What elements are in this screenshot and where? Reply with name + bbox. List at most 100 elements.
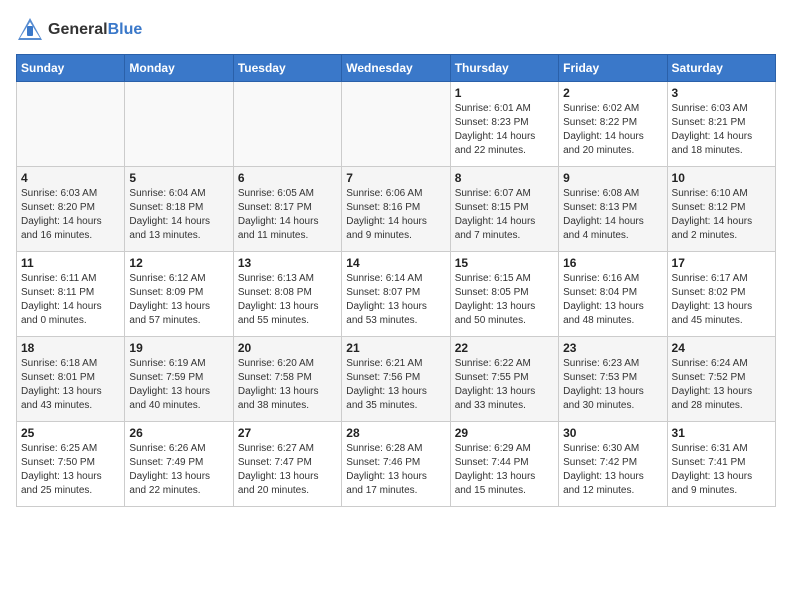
calendar-table: SundayMondayTuesdayWednesdayThursdayFrid… xyxy=(16,54,776,507)
calendar-cell: 25 Sunrise: 6:25 AM Sunset: 7:50 PM Dayli… xyxy=(17,422,125,507)
weekday-header-thursday: Thursday xyxy=(450,55,558,82)
calendar-cell xyxy=(342,82,450,167)
calendar-cell: 26Sunrise: 6:26 AM Sunset: 7:49 PM Dayli… xyxy=(125,422,233,507)
day-number: 29 xyxy=(455,426,554,440)
day-info: Sunrise: 6:28 AM Sunset: 7:46 PM Dayligh… xyxy=(346,442,445,498)
calendar-cell: 11 Sunrise: 6:11 AM Sunset: 8:11 PM Dayli… xyxy=(17,252,125,337)
day-number: 23 xyxy=(563,341,662,355)
day-info: Sunrise: 6:18 AM Sunset: 8:01 PM Dayligh… xyxy=(21,357,120,413)
day-info: Sunrise: 6:24 AM Sunset: 7:52 PM Dayligh… xyxy=(672,357,771,413)
page-header: GeneralBlue xyxy=(16,16,776,44)
calendar-cell: 1 Sunrise: 6:01 AM Sunset: 8:23 PM Daylig… xyxy=(450,82,558,167)
day-info: Sunrise: 6:22 AM Sunset: 7:55 PM Dayligh… xyxy=(455,357,554,413)
calendar-cell: 23 Sunrise: 6:23 AM Sunset: 7:53 PM Dayli… xyxy=(559,337,667,422)
day-info: Sunrise: 6:11 AM Sunset: 8:11 PM Dayligh… xyxy=(21,272,120,328)
day-info: Sunrise: 6:16 AM Sunset: 8:04 PM Dayligh… xyxy=(563,272,662,328)
calendar-cell: 3Sunrise: 6:03 AM Sunset: 8:21 PM Daylig… xyxy=(667,82,775,167)
day-number: 15 xyxy=(455,256,554,270)
day-info: Sunrise: 6:29 AM Sunset: 7:44 PM Dayligh… xyxy=(455,442,554,498)
day-number: 22 xyxy=(455,341,554,355)
calendar-cell: 21Sunrise: 6:21 AM Sunset: 7:56 PM Dayli… xyxy=(342,337,450,422)
calendar-cell: 9 Sunrise: 6:08 AM Sunset: 8:13 PM Daylig… xyxy=(559,167,667,252)
day-number: 25 xyxy=(21,426,120,440)
weekday-header-wednesday: Wednesday xyxy=(342,55,450,82)
day-info: Sunrise: 6:05 AM Sunset: 8:17 PM Dayligh… xyxy=(238,187,337,243)
week-row-2: 4 Sunrise: 6:03 AM Sunset: 8:20 PM Daylig… xyxy=(17,167,776,252)
day-info: Sunrise: 6:19 AM Sunset: 7:59 PM Dayligh… xyxy=(129,357,228,413)
calendar-cell: 28 Sunrise: 6:28 AM Sunset: 7:46 PM Dayli… xyxy=(342,422,450,507)
day-number: 9 xyxy=(563,171,662,185)
day-info: Sunrise: 6:27 AM Sunset: 7:47 PM Dayligh… xyxy=(238,442,337,498)
day-info: Sunrise: 6:30 AM Sunset: 7:42 PM Dayligh… xyxy=(563,442,662,498)
calendar-cell: 31 Sunrise: 6:31 AM Sunset: 7:41 PM Dayli… xyxy=(667,422,775,507)
day-info: Sunrise: 6:03 AM Sunset: 8:21 PM Dayligh… xyxy=(672,102,771,158)
day-info: Sunrise: 6:13 AM Sunset: 8:08 PM Dayligh… xyxy=(238,272,337,328)
calendar-cell: 29 Sunrise: 6:29 AM Sunset: 7:44 PM Dayli… xyxy=(450,422,558,507)
day-number: 31 xyxy=(672,426,771,440)
calendar-cell: 16 Sunrise: 6:16 AM Sunset: 8:04 PM Dayli… xyxy=(559,252,667,337)
day-number: 5 xyxy=(129,171,228,185)
weekday-header-tuesday: Tuesday xyxy=(233,55,341,82)
week-row-5: 25 Sunrise: 6:25 AM Sunset: 7:50 PM Dayli… xyxy=(17,422,776,507)
day-number: 18 xyxy=(21,341,120,355)
calendar-cell: 22 Sunrise: 6:22 AM Sunset: 7:55 PM Dayli… xyxy=(450,337,558,422)
logo-text: GeneralBlue xyxy=(48,21,142,39)
calendar-cell: 30 Sunrise: 6:30 AM Sunset: 7:42 PM Dayli… xyxy=(559,422,667,507)
weekday-header-saturday: Saturday xyxy=(667,55,775,82)
calendar-cell xyxy=(233,82,341,167)
day-number: 21 xyxy=(346,341,445,355)
day-number: 7 xyxy=(346,171,445,185)
day-number: 6 xyxy=(238,171,337,185)
calendar-cell: 10Sunrise: 6:10 AM Sunset: 8:12 PM Dayli… xyxy=(667,167,775,252)
day-info: Sunrise: 6:03 AM Sunset: 8:20 PM Dayligh… xyxy=(21,187,120,243)
day-number: 11 xyxy=(21,256,120,270)
weekday-header-sunday: Sunday xyxy=(17,55,125,82)
week-row-4: 18 Sunrise: 6:18 AM Sunset: 8:01 PM Dayli… xyxy=(17,337,776,422)
day-number: 19 xyxy=(129,341,228,355)
calendar-cell: 7 Sunrise: 6:06 AM Sunset: 8:16 PM Daylig… xyxy=(342,167,450,252)
calendar-cell: 12Sunrise: 6:12 AM Sunset: 8:09 PM Dayli… xyxy=(125,252,233,337)
calendar-cell xyxy=(125,82,233,167)
weekday-header-monday: Monday xyxy=(125,55,233,82)
week-row-3: 11 Sunrise: 6:11 AM Sunset: 8:11 PM Dayli… xyxy=(17,252,776,337)
logo: GeneralBlue xyxy=(16,16,142,44)
day-info: Sunrise: 6:06 AM Sunset: 8:16 PM Dayligh… xyxy=(346,187,445,243)
weekday-header-friday: Friday xyxy=(559,55,667,82)
calendar-cell: 4 Sunrise: 6:03 AM Sunset: 8:20 PM Daylig… xyxy=(17,167,125,252)
day-info: Sunrise: 6:02 AM Sunset: 8:22 PM Dayligh… xyxy=(563,102,662,158)
calendar-cell: 24 Sunrise: 6:24 AM Sunset: 7:52 PM Dayli… xyxy=(667,337,775,422)
day-info: Sunrise: 6:15 AM Sunset: 8:05 PM Dayligh… xyxy=(455,272,554,328)
day-info: Sunrise: 6:23 AM Sunset: 7:53 PM Dayligh… xyxy=(563,357,662,413)
calendar-cell: 20Sunrise: 6:20 AM Sunset: 7:58 PM Dayli… xyxy=(233,337,341,422)
calendar-cell: 15 Sunrise: 6:15 AM Sunset: 8:05 PM Dayli… xyxy=(450,252,558,337)
calendar-cell: 27Sunrise: 6:27 AM Sunset: 7:47 PM Dayli… xyxy=(233,422,341,507)
day-number: 24 xyxy=(672,341,771,355)
calendar-cell: 2Sunrise: 6:02 AM Sunset: 8:22 PM Daylig… xyxy=(559,82,667,167)
day-info: Sunrise: 6:14 AM Sunset: 8:07 PM Dayligh… xyxy=(346,272,445,328)
logo-icon xyxy=(16,16,44,44)
day-number: 10 xyxy=(672,171,771,185)
calendar-cell: 14 Sunrise: 6:14 AM Sunset: 8:07 PM Dayli… xyxy=(342,252,450,337)
day-number: 4 xyxy=(21,171,120,185)
day-info: Sunrise: 6:08 AM Sunset: 8:13 PM Dayligh… xyxy=(563,187,662,243)
day-info: Sunrise: 6:01 AM Sunset: 8:23 PM Dayligh… xyxy=(455,102,554,158)
day-number: 1 xyxy=(455,86,554,100)
day-number: 16 xyxy=(563,256,662,270)
day-number: 8 xyxy=(455,171,554,185)
weekday-header-row: SundayMondayTuesdayWednesdayThursdayFrid… xyxy=(17,55,776,82)
calendar-cell: 8 Sunrise: 6:07 AM Sunset: 8:15 PM Daylig… xyxy=(450,167,558,252)
day-info: Sunrise: 6:25 AM Sunset: 7:50 PM Dayligh… xyxy=(21,442,120,498)
day-info: Sunrise: 6:07 AM Sunset: 8:15 PM Dayligh… xyxy=(455,187,554,243)
calendar-cell: 13 Sunrise: 6:13 AM Sunset: 8:08 PM Dayli… xyxy=(233,252,341,337)
day-info: Sunrise: 6:04 AM Sunset: 8:18 PM Dayligh… xyxy=(129,187,228,243)
day-info: Sunrise: 6:26 AM Sunset: 7:49 PM Dayligh… xyxy=(129,442,228,498)
calendar-cell: 17Sunrise: 6:17 AM Sunset: 8:02 PM Dayli… xyxy=(667,252,775,337)
day-number: 28 xyxy=(346,426,445,440)
day-number: 20 xyxy=(238,341,337,355)
day-info: Sunrise: 6:31 AM Sunset: 7:41 PM Dayligh… xyxy=(672,442,771,498)
day-number: 30 xyxy=(563,426,662,440)
day-number: 14 xyxy=(346,256,445,270)
day-number: 13 xyxy=(238,256,337,270)
day-info: Sunrise: 6:17 AM Sunset: 8:02 PM Dayligh… xyxy=(672,272,771,328)
calendar-cell: 18 Sunrise: 6:18 AM Sunset: 8:01 PM Dayli… xyxy=(17,337,125,422)
